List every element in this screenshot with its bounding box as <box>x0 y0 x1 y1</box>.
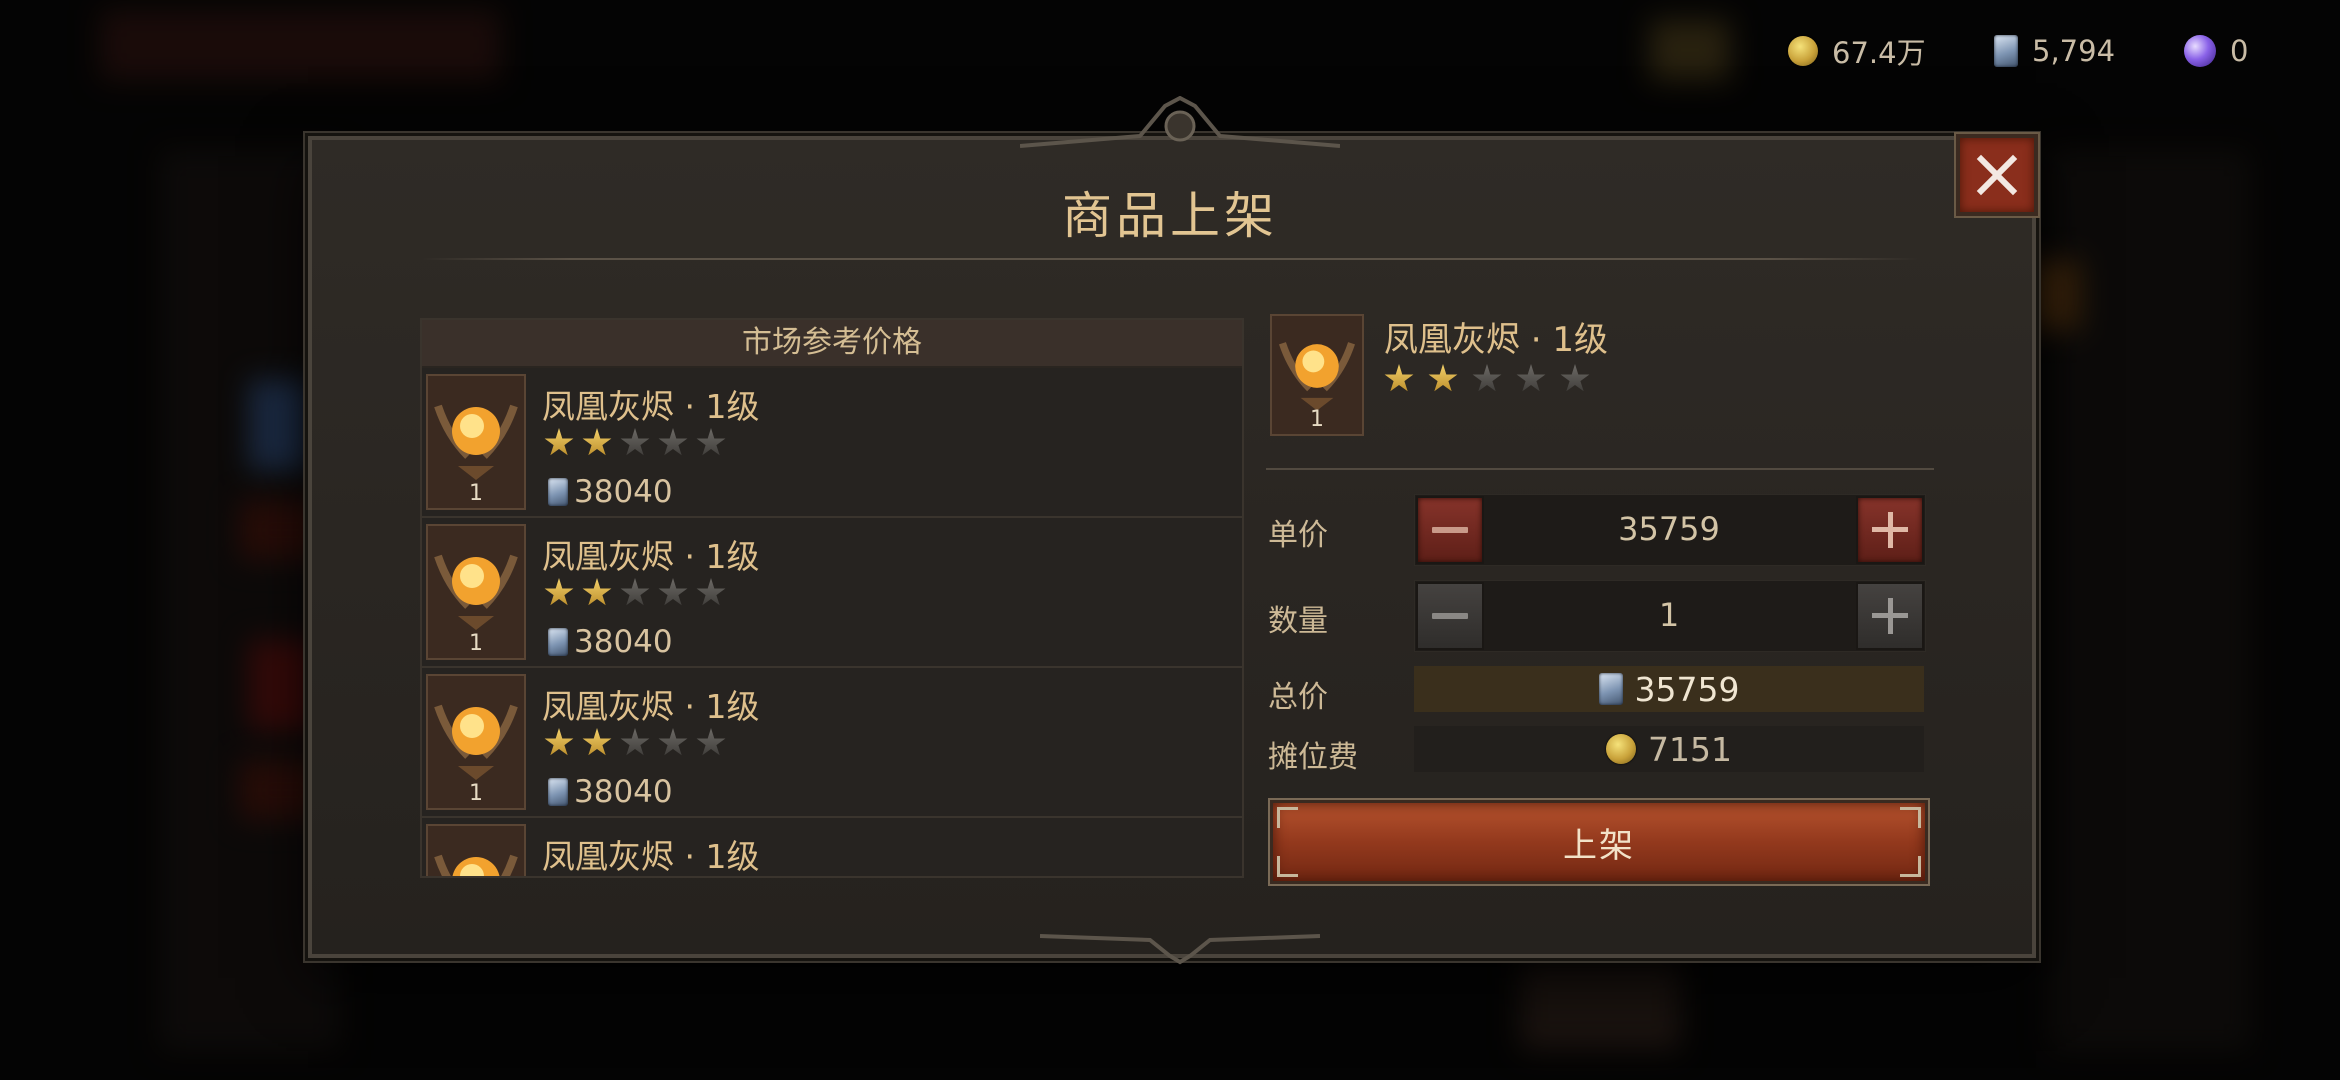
title-divider <box>420 258 1920 260</box>
plus-icon <box>1872 512 1908 548</box>
quantity-label: 数量 <box>1268 604 1328 639</box>
quantity-increase-button[interactable] <box>1856 582 1924 650</box>
stall-fee-value: 7151 <box>1648 729 1732 769</box>
item-price: 38040 <box>548 474 673 510</box>
rune-stone-icon <box>1598 673 1623 705</box>
item-level: 1 <box>469 631 483 656</box>
corner-ornament <box>1900 807 1921 828</box>
selected-item-stars <box>1384 364 1590 394</box>
gold-coin-icon <box>1606 734 1636 764</box>
list-button-label: 上架 <box>1563 825 1635 866</box>
item-thumbnail: 1 <box>426 374 526 510</box>
rune-currency: 5,794 <box>1994 28 2115 74</box>
list-item[interactable]: 1 凤凰灰烬 · 1级 38040 <box>422 518 1242 668</box>
star-empty-icon <box>658 578 688 606</box>
list-for-sale-button[interactable]: 上架 <box>1270 800 1928 884</box>
item-stars <box>544 728 726 758</box>
price-value: 38040 <box>574 774 673 810</box>
star-empty-icon <box>696 728 726 756</box>
unit-price-increase-button[interactable] <box>1856 496 1924 564</box>
star-filled-icon <box>544 578 574 606</box>
rune-amount: 5,794 <box>2032 34 2116 68</box>
star-filled-icon <box>544 428 574 456</box>
item-thumbnail: 1 <box>426 674 526 810</box>
price-value: 38040 <box>574 474 673 510</box>
star-filled-icon <box>582 578 612 606</box>
total-price-value: 35759 <box>1634 669 1740 709</box>
star-empty-icon <box>1516 364 1546 392</box>
list-item[interactable]: 1 凤凰灰烬 · 1级 38040 <box>422 368 1242 518</box>
star-empty-icon <box>696 428 726 456</box>
star-filled-icon <box>1384 364 1414 392</box>
star-empty-icon <box>1472 364 1502 392</box>
item-price: 38040 <box>548 774 673 810</box>
gold-coin-icon <box>1788 36 1818 66</box>
market-list-header: 市场参考价格 <box>422 320 1242 368</box>
gold-amount: 67.4万 <box>1832 36 1926 70</box>
item-level: 1 <box>1310 407 1324 432</box>
rune-stone-icon <box>1994 35 2018 67</box>
total-price-label: 总价 <box>1268 680 1328 715</box>
star-empty-icon <box>658 428 688 456</box>
rune-stone-icon <box>548 478 568 506</box>
rune-stone-icon <box>548 628 568 656</box>
item-stars <box>544 578 726 608</box>
item-name: 凤凰灰烬 · 1级 <box>542 537 760 576</box>
star-empty-icon <box>620 728 650 756</box>
market-price-list[interactable]: 市场参考价格 1 凤凰灰烬 · 1级 38040 1 凤凰灰烬 · 1级 380… <box>420 318 1244 878</box>
orb-currency: 0 <box>2184 28 2248 74</box>
close-icon <box>1976 154 2018 196</box>
phoenix-ash-icon <box>434 704 518 780</box>
plus-icon <box>1872 598 1908 634</box>
star-filled-icon <box>544 728 574 756</box>
item-thumbnail <box>426 824 526 876</box>
orb-amount: 0 <box>2230 34 2249 68</box>
quantity-value[interactable]: 1 <box>1484 596 1854 634</box>
stall-fee-box: 7151 <box>1414 726 1924 772</box>
list-item[interactable]: 凤凰灰烬 · 1级 <box>422 818 1242 876</box>
item-stars <box>544 428 726 458</box>
star-filled-icon <box>582 728 612 756</box>
selected-item-name: 凤凰灰烬 · 1级 <box>1384 320 1609 360</box>
item-level: 1 <box>469 781 483 806</box>
item-thumbnail: 1 <box>426 524 526 660</box>
item-level: 1 <box>469 481 483 506</box>
star-empty-icon <box>620 428 650 456</box>
star-empty-icon <box>658 728 688 756</box>
gold-currency: 67.4万 <box>1788 28 1926 74</box>
minus-icon <box>1432 613 1468 619</box>
stall-fee-label: 摊位费 <box>1268 740 1358 775</box>
star-empty-icon <box>620 578 650 606</box>
corner-ornament <box>1900 856 1921 877</box>
quantity-decrease-button[interactable] <box>1416 582 1484 650</box>
star-empty-icon <box>696 578 726 606</box>
item-price: 38040 <box>548 624 673 660</box>
unit-price-label: 单价 <box>1268 518 1328 553</box>
total-price-box: 35759 <box>1414 666 1924 712</box>
frame-crest-ornament <box>1020 96 1340 148</box>
phoenix-ash-icon <box>1279 342 1355 411</box>
price-value: 38040 <box>574 624 673 660</box>
phoenix-ash-icon <box>434 554 518 630</box>
phoenix-ash-icon <box>434 404 518 480</box>
item-name: 凤凰灰烬 · 1级 <box>542 837 760 876</box>
item-name: 凤凰灰烬 · 1级 <box>542 687 760 726</box>
list-item[interactable]: 1 凤凰灰烬 · 1级 38040 <box>422 668 1242 818</box>
frame-bottom-ornament <box>1040 934 1320 965</box>
unit-price-value[interactable]: 35759 <box>1484 510 1854 548</box>
unit-price-decrease-button[interactable] <box>1416 496 1484 564</box>
star-filled-icon <box>1428 364 1458 392</box>
rune-stone-icon <box>548 778 568 806</box>
purple-orb-icon <box>2184 35 2216 67</box>
minus-icon <box>1432 527 1468 533</box>
close-button[interactable] <box>1956 134 2038 216</box>
star-filled-icon <box>582 428 612 456</box>
selected-item-thumbnail: 1 <box>1270 314 1364 436</box>
star-empty-icon <box>1560 364 1590 392</box>
item-name: 凤凰灰烬 · 1级 <box>542 387 760 426</box>
corner-ornament <box>1277 856 1298 877</box>
phoenix-ash-icon <box>434 854 518 876</box>
panel-divider <box>1266 468 1934 470</box>
corner-ornament <box>1277 807 1298 828</box>
